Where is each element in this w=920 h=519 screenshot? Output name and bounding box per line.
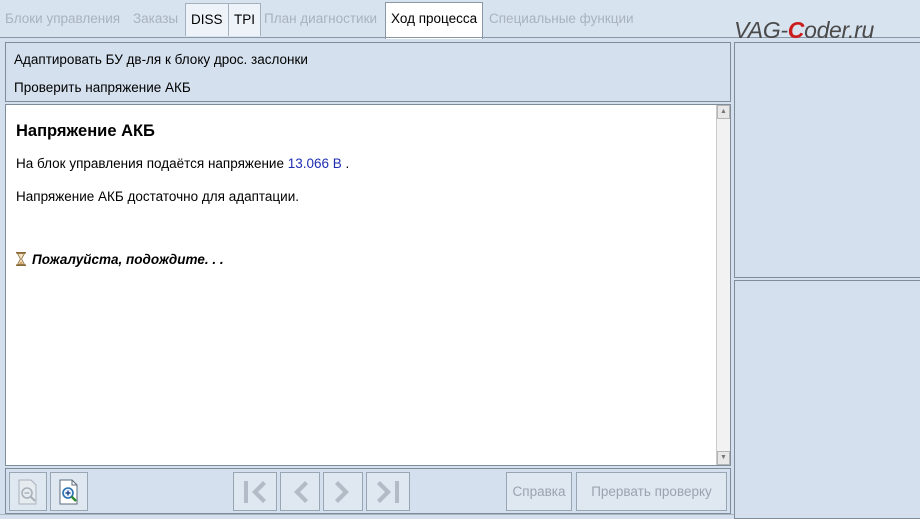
watermark-suffix: oder.ru: [804, 17, 874, 43]
zoom-out-button[interactable]: [9, 472, 47, 511]
step-item[interactable]: Проверить напряжение АКБ: [14, 80, 191, 95]
wait-message: Пожалуйста, подождите. . .: [16, 252, 224, 267]
tab-diagnostic-plan[interactable]: План диагностики: [259, 3, 382, 36]
chevron-left-icon: [287, 477, 313, 507]
right-panel-bottom: [734, 280, 920, 519]
skip-last-icon: [373, 477, 403, 507]
bottom-strip: [0, 514, 734, 519]
voltage-message-prefix: На блок управления подаётся напряжение: [16, 156, 288, 171]
bottom-toolbar: Справка Прервать проверку: [5, 468, 731, 514]
vertical-scrollbar[interactable]: ▲ ▼: [716, 105, 730, 465]
scroll-up-button[interactable]: ▲: [717, 105, 730, 119]
watermark-prefix: VAG-: [734, 17, 788, 43]
voltage-value: 13.066 В: [287, 156, 342, 171]
tab-process[interactable]: Ход процесса: [385, 2, 484, 39]
help-button[interactable]: Справка: [506, 472, 572, 511]
voltage-message: На блок управления подаётся напряжение 1…: [16, 156, 349, 171]
zoom-out-icon: [16, 478, 40, 506]
step-list: Адаптировать БУ дв-ля к блоку дрос. засл…: [5, 42, 731, 102]
page-title: Напряжение АКБ: [16, 122, 155, 140]
voltage-message-suffix: .: [341, 156, 350, 171]
tab-control-units[interactable]: Блоки управления: [0, 3, 125, 36]
scroll-down-button[interactable]: ▼: [717, 451, 730, 465]
hourglass-icon: [16, 252, 26, 266]
content-panel: Напряжение АКБ На блок управления подаёт…: [5, 104, 731, 466]
skip-first-icon: [240, 477, 270, 507]
chevron-right-icon: [330, 477, 356, 507]
step-item[interactable]: Адаптировать БУ дв-ля к блоку дрос. засл…: [14, 52, 308, 67]
last-page-button[interactable]: [366, 472, 410, 511]
tab-orders[interactable]: Заказы: [128, 3, 183, 36]
wait-message-text: Пожалуйста, подождите. . .: [32, 252, 224, 267]
watermark-logo: VAG-Coder.ru: [734, 17, 874, 44]
first-page-button[interactable]: [233, 472, 277, 511]
status-message: Напряжение АКБ достаточно для адаптации.: [16, 189, 299, 204]
watermark-accent: C: [787, 17, 805, 43]
tab-tpi[interactable]: TPI: [228, 3, 262, 36]
zoom-in-button[interactable]: [50, 472, 88, 511]
abort-check-button[interactable]: Прервать проверку: [576, 472, 727, 511]
previous-button[interactable]: [280, 472, 320, 511]
tab-diss[interactable]: DISS: [185, 3, 229, 36]
right-panel-top: [734, 42, 920, 278]
next-button[interactable]: [323, 472, 363, 511]
tab-special-functions[interactable]: Специальные функции: [484, 3, 639, 36]
zoom-in-icon: [57, 478, 81, 506]
